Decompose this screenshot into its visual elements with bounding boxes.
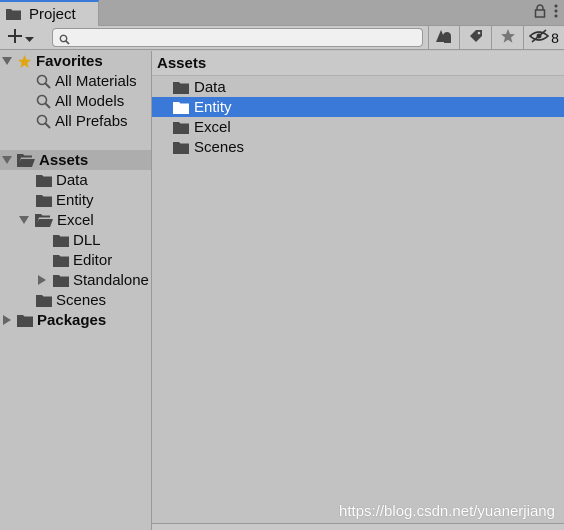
list-item-entity[interactable]: Entity	[152, 97, 564, 117]
create-button[interactable]	[2, 27, 38, 49]
tree-item-all-materials[interactable]: All Materials	[0, 71, 151, 91]
tree-label: Assets	[39, 151, 89, 169]
list-item-scenes[interactable]: Scenes	[152, 137, 564, 157]
tree-label: Packages	[37, 311, 107, 329]
folder-tree: Favorites All Materials All Models All P…	[0, 51, 151, 530]
tree-label: All Prefabs	[55, 112, 128, 130]
search-icon	[59, 32, 70, 49]
folder-open-icon	[17, 153, 35, 167]
watermark: https://blog.csdn.net/yuanerjiang	[339, 503, 555, 520]
tree-label: Standalone	[73, 271, 149, 289]
folder-icon	[53, 254, 69, 267]
plus-icon	[7, 28, 23, 48]
collapsed-arrow-icon[interactable]	[35, 270, 49, 290]
list-item-data[interactable]: Data	[152, 77, 564, 97]
hidden-packages-toggle[interactable]: 8	[523, 26, 564, 50]
tree-label: Favorites	[36, 52, 103, 70]
tab-project[interactable]: Project	[0, 0, 99, 26]
tree-packages[interactable]: Packages	[0, 310, 151, 330]
shapes-icon	[435, 28, 453, 48]
tree-label: Editor	[73, 251, 113, 269]
tab-bar: Project	[0, 0, 564, 26]
folder-icon	[53, 234, 69, 247]
project-toolbar: 8	[0, 26, 564, 50]
tab-label: Project	[29, 5, 76, 23]
tree-item-dll[interactable]: DLL	[0, 230, 151, 250]
search-input[interactable]	[73, 30, 418, 45]
list-item-label: Data	[194, 78, 226, 96]
list-item-label: Excel	[194, 118, 231, 136]
search-by-type-button[interactable]	[428, 26, 459, 50]
breadcrumb: Assets	[152, 51, 564, 76]
folder-icon	[173, 101, 189, 114]
folder-icon	[173, 121, 189, 134]
tree-label: All Models	[55, 92, 125, 110]
expanded-arrow-icon[interactable]	[0, 51, 14, 71]
search-field[interactable]	[52, 28, 423, 47]
tree-label: All Materials	[55, 72, 137, 90]
list-item-label: Scenes	[194, 138, 245, 156]
folder-icon	[173, 81, 189, 94]
tree-assets[interactable]: Assets	[0, 150, 151, 170]
tree-item-all-prefabs[interactable]: All Prefabs	[0, 111, 151, 131]
tag-icon	[468, 28, 484, 48]
folder-icon	[17, 314, 33, 327]
kebab-menu-icon[interactable]	[554, 4, 558, 22]
status-bar	[152, 523, 564, 530]
collapsed-arrow-icon[interactable]	[0, 310, 14, 330]
search-by-label-button[interactable]	[459, 26, 491, 50]
tree-item-editor[interactable]: Editor	[0, 250, 151, 270]
folder-icon	[36, 194, 52, 207]
expanded-arrow-icon[interactable]	[0, 150, 14, 170]
list-item-label: Entity	[194, 98, 232, 116]
folder-icon	[36, 294, 52, 307]
search-icon	[36, 74, 51, 89]
tree-favorites[interactable]: Favorites	[0, 51, 151, 71]
tree-item-all-models[interactable]: All Models	[0, 91, 151, 111]
chevron-down-icon	[24, 30, 34, 47]
list-item-excel[interactable]: Excel	[152, 117, 564, 137]
tree-item-excel[interactable]: Excel	[0, 210, 151, 230]
tree-label: Entity	[56, 191, 94, 209]
search-icon	[36, 94, 51, 109]
tree-label: Data	[56, 171, 88, 189]
folder-icon	[173, 141, 189, 154]
tree-label: Scenes	[56, 291, 107, 309]
search-icon	[36, 114, 51, 129]
star-icon	[500, 28, 516, 48]
tree-item-scenes[interactable]: Scenes	[0, 290, 151, 310]
tree-label: DLL	[73, 231, 101, 249]
tree-label: Excel	[57, 211, 94, 229]
eye-slash-icon	[528, 28, 550, 48]
lock-icon[interactable]	[534, 4, 546, 22]
folder-icon	[6, 8, 21, 20]
folder-open-icon	[35, 213, 53, 227]
folder-icon	[36, 174, 52, 187]
expanded-arrow-icon[interactable]	[17, 210, 31, 230]
tree-item-standalone[interactable]: Standalone	[0, 270, 151, 290]
tree-item-entity[interactable]: Entity	[0, 190, 151, 210]
folder-icon	[53, 274, 69, 287]
breadcrumb-assets[interactable]: Assets	[157, 55, 206, 72]
star-icon	[17, 54, 32, 69]
tree-item-data[interactable]: Data	[0, 170, 151, 190]
favorite-button[interactable]	[491, 26, 523, 50]
folder-contents: Assets Data Entity Excel Scenes https://…	[152, 51, 564, 530]
hidden-count: 8	[551, 30, 559, 46]
